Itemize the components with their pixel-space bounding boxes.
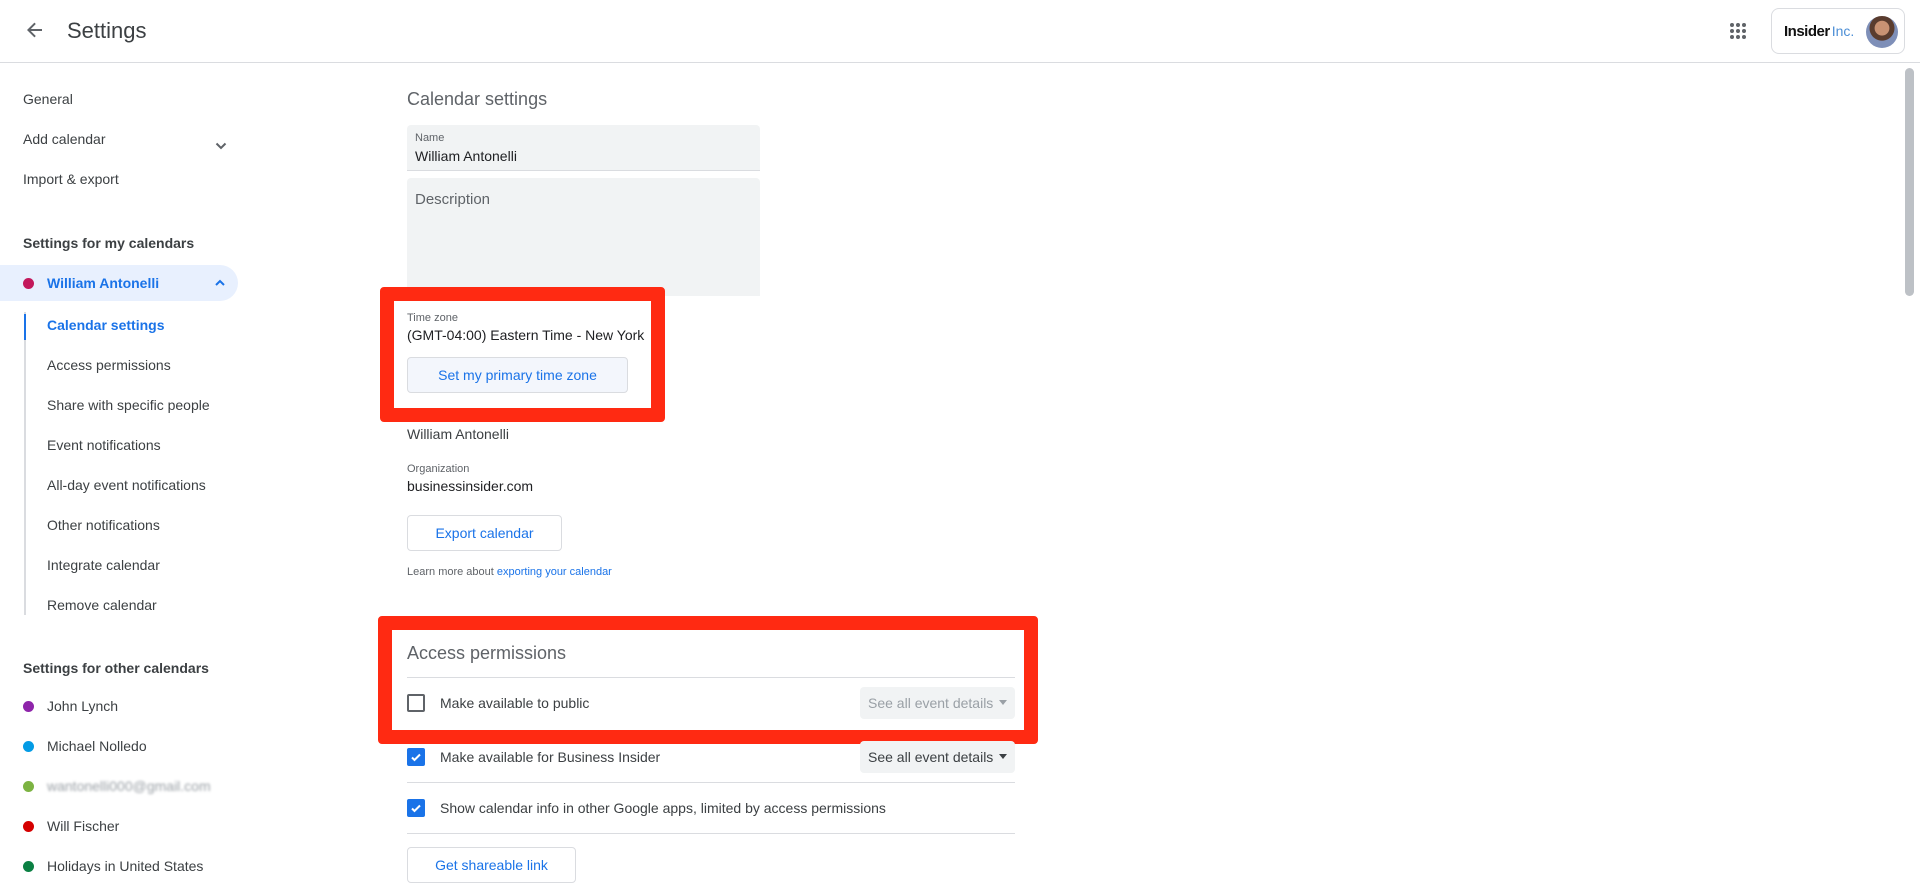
- select-value: See all event details: [868, 749, 994, 765]
- sidebar-item-john-lynch[interactable]: John Lynch: [0, 692, 240, 722]
- settings-main-panel: Calendar settings Name William Antonelli…: [250, 63, 1900, 883]
- export-calendar-button[interactable]: Export calendar: [407, 515, 562, 551]
- sidebar-item-label: Will Fischer: [47, 818, 120, 834]
- set-primary-timezone-button[interactable]: Set my primary time zone: [407, 357, 628, 393]
- calendar-color-dot: [23, 781, 34, 792]
- sidebar-item-calendar-settings[interactable]: Calendar settings: [47, 317, 164, 333]
- brand-logo-suffix: Inc.: [1831, 23, 1855, 39]
- sidebar-item-michael-nolledo[interactable]: Michael Nolledo: [0, 732, 240, 762]
- sidebar-item-import-export[interactable]: Import & export: [23, 171, 119, 187]
- top-app-bar: Settings Insider Inc.: [0, 0, 1920, 63]
- submenu-active-indicator: [24, 314, 26, 340]
- page-title: Settings: [67, 18, 147, 43]
- calendar-color-dot: [23, 741, 34, 752]
- checkmark-icon: [411, 753, 421, 762]
- dropdown-caret-icon: [999, 700, 1007, 705]
- organization-checkbox[interactable]: [407, 748, 425, 766]
- sidebar-item-us-holidays[interactable]: Holidays in United States: [0, 852, 240, 882]
- sidebar-item-general[interactable]: General: [23, 91, 73, 107]
- sidebar-item-integrate-calendar[interactable]: Integrate calendar: [47, 557, 160, 573]
- chevron-down-icon[interactable]: [213, 138, 229, 154]
- chevron-up-icon[interactable]: [213, 276, 227, 290]
- submenu-rail: [24, 312, 26, 615]
- select-value: See all event details: [868, 695, 994, 711]
- owner-name: William Antonelli: [407, 426, 509, 442]
- sidebar-item-label: William Antonelli: [47, 275, 160, 291]
- avatar[interactable]: [1866, 16, 1898, 48]
- learn-more-text: Learn more about exporting your calendar: [407, 566, 612, 578]
- get-shareable-link-button[interactable]: Get shareable link: [407, 847, 576, 883]
- sidebar-item-label: John Lynch: [47, 698, 119, 714]
- calendar-color-dot: [23, 278, 34, 289]
- public-checkbox-label: Make available to public: [440, 695, 590, 711]
- sidebar-item-label: Michael Nolledo: [47, 738, 147, 754]
- calendar-color-dot: [23, 861, 34, 872]
- sidebar-item-william-antonelli[interactable]: William Antonelli: [0, 265, 238, 301]
- sidebar-item-gmail-calendar[interactable]: wantonelli000@gmail.com: [0, 772, 240, 802]
- brand-logo-text: Insider: [1784, 22, 1830, 40]
- sidebar-item-access-permissions[interactable]: Access permissions: [47, 357, 171, 373]
- field-value: William Antonelli: [415, 148, 517, 164]
- google-apps-info-checkbox[interactable]: [407, 799, 425, 817]
- public-visibility-select[interactable]: See all event details: [860, 687, 1015, 719]
- sidebar-item-other-notifications[interactable]: Other notifications: [47, 517, 160, 533]
- calendar-name-field[interactable]: Name William Antonelli: [407, 125, 760, 171]
- back-arrow-icon[interactable]: [18, 13, 52, 47]
- settings-sidebar: General Add calendar Import & export Set…: [0, 63, 250, 883]
- organization-label: Organization: [407, 463, 470, 475]
- divider: [407, 677, 1015, 678]
- sidebar-item-label: wantonelli000@gmail.com: [47, 778, 211, 794]
- field-placeholder: Description: [415, 191, 491, 208]
- sidebar-item-share-with-people[interactable]: Share with specific people: [47, 397, 210, 413]
- google-apps-grid-icon[interactable]: [1722, 15, 1754, 47]
- exporting-calendar-link[interactable]: exporting your calendar: [497, 566, 612, 578]
- other-calendars-heading: Settings for other calendars: [23, 660, 209, 676]
- divider: [407, 833, 1015, 834]
- section-title: Calendar settings: [407, 89, 548, 109]
- timezone-label: Time zone: [407, 312, 458, 324]
- organization-checkbox-label: Make available for Business Insider: [440, 749, 661, 765]
- public-checkbox[interactable]: [407, 694, 425, 712]
- highlight-box-timezone: [380, 287, 665, 422]
- calendar-color-dot: [23, 701, 34, 712]
- learn-more-prefix: Learn more about: [407, 566, 497, 578]
- calendar-description-field[interactable]: Description: [407, 178, 760, 296]
- account-switcher[interactable]: Insider Inc.: [1771, 8, 1905, 54]
- scrollbar-thumb[interactable]: [1905, 68, 1914, 296]
- divider: [407, 782, 1015, 783]
- sidebar-item-add-calendar[interactable]: Add calendar: [23, 131, 106, 147]
- my-calendars-heading: Settings for my calendars: [23, 235, 195, 251]
- sidebar-item-label: Holidays in United States: [47, 858, 204, 874]
- calendar-color-dot: [23, 821, 34, 832]
- organization-visibility-select[interactable]: See all event details: [860, 741, 1015, 773]
- google-apps-info-label: Show calendar info in other Google apps,…: [440, 800, 886, 816]
- sidebar-item-all-day-notifications[interactable]: All-day event notifications: [47, 477, 206, 493]
- highlight-box-access-permissions: [378, 616, 1038, 744]
- checkmark-icon: [411, 804, 421, 813]
- sidebar-item-event-notifications[interactable]: Event notifications: [47, 437, 161, 453]
- sidebar-item-will-fischer[interactable]: Will Fischer: [0, 812, 240, 842]
- organization-value: businessinsider.com: [407, 478, 534, 494]
- dropdown-caret-icon: [999, 754, 1007, 759]
- access-permissions-title: Access permissions: [407, 643, 567, 663]
- sidebar-item-remove-calendar[interactable]: Remove calendar: [47, 597, 157, 613]
- field-label: Name: [415, 132, 445, 144]
- timezone-value: (GMT-04:00) Eastern Time - New York: [407, 327, 645, 343]
